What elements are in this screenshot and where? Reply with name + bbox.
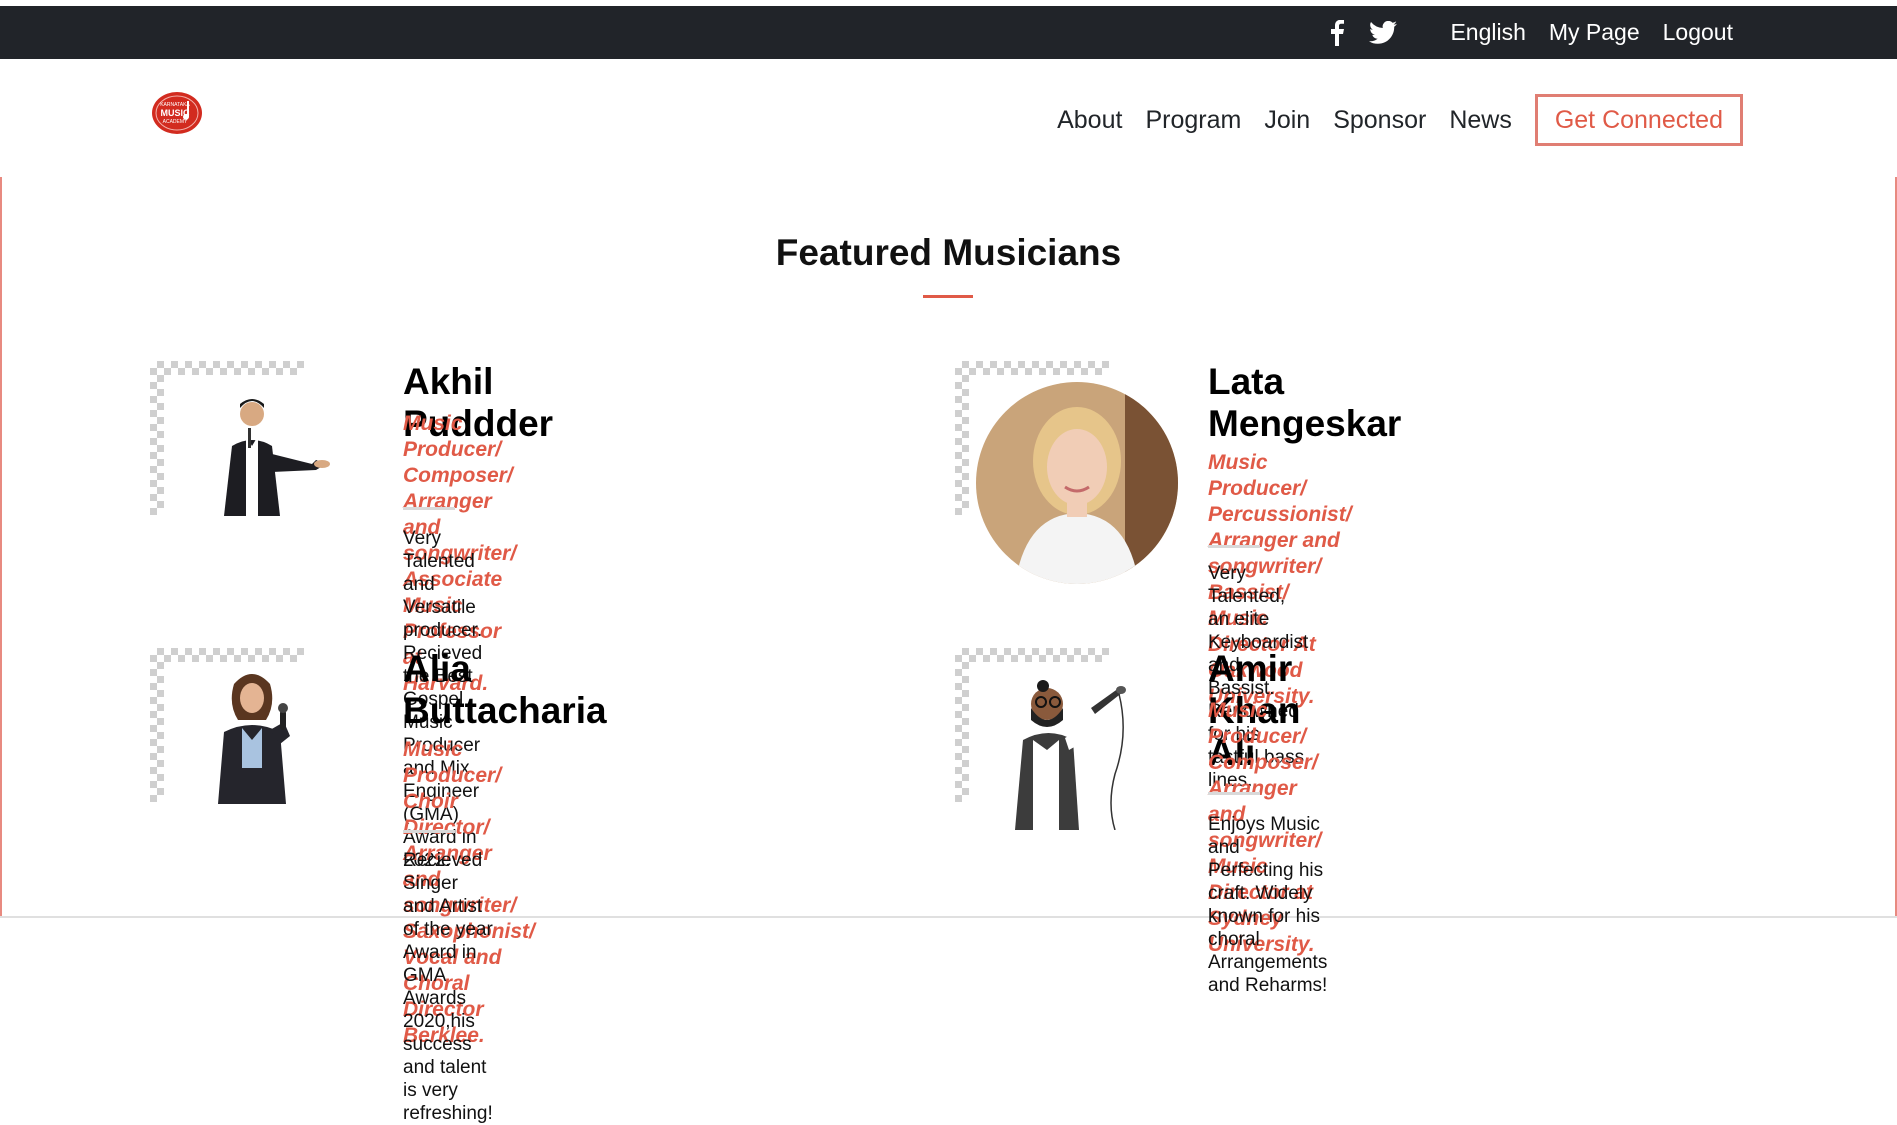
card-divider bbox=[403, 507, 455, 510]
get-connected-button[interactable]: Get Connected bbox=[1534, 94, 1743, 146]
title-underline bbox=[923, 295, 973, 298]
top-bar-links: English My Page Logout bbox=[1305, 6, 1733, 59]
blonde-woman-photo bbox=[975, 381, 1179, 590]
musician-name: Alia Buttacharia bbox=[403, 648, 607, 731]
bearded-singer-photo bbox=[1005, 678, 1131, 835]
facebook-icon[interactable] bbox=[1323, 19, 1351, 47]
man-in-suit-photo bbox=[210, 396, 360, 521]
section-title: Featured Musicians bbox=[775, 232, 1122, 273]
card-divider bbox=[1208, 545, 1260, 548]
musician-description: Enjoys Music and Perfecting his craft. W… bbox=[1208, 814, 1328, 996]
musician-description: Recieved Singer and Artist of the year A… bbox=[403, 850, 493, 1124]
musician-photo-frame bbox=[150, 361, 370, 581]
nav-program[interactable]: Program bbox=[1145, 106, 1241, 135]
nav-join[interactable]: Join bbox=[1264, 106, 1310, 135]
nav-about[interactable]: About bbox=[1057, 106, 1122, 135]
musician-photo-frame bbox=[150, 648, 370, 868]
language-link[interactable]: English bbox=[1450, 19, 1525, 46]
primary-nav: About Program Join Sponsor News Get Conn… bbox=[1034, 94, 1743, 146]
my-page-link[interactable]: My Page bbox=[1549, 19, 1640, 46]
svg-text:ACADEMY: ACADEMY bbox=[163, 119, 188, 125]
twitter-icon[interactable] bbox=[1369, 19, 1398, 47]
musician-photo-frame bbox=[955, 648, 1175, 868]
top-bar: English My Page Logout bbox=[0, 6, 1897, 59]
social-links bbox=[1305, 19, 1398, 47]
nav-sponsor[interactable]: Sponsor bbox=[1333, 106, 1426, 135]
site-logo[interactable]: KARNATAKA MUSIC ACADEMY bbox=[151, 91, 203, 135]
main-navbar: KARNATAKA MUSIC ACADEMY About Program Jo… bbox=[0, 59, 1897, 177]
musician-name: Lata Mengeskar bbox=[1208, 361, 1402, 444]
card-divider bbox=[1208, 792, 1260, 795]
logout-link[interactable]: Logout bbox=[1663, 19, 1733, 46]
card-divider bbox=[403, 830, 455, 833]
woman-with-microphone-photo bbox=[210, 670, 310, 809]
section-border-left bbox=[0, 177, 2, 918]
musician-photo-frame bbox=[955, 361, 1178, 584]
nav-news[interactable]: News bbox=[1449, 106, 1512, 135]
